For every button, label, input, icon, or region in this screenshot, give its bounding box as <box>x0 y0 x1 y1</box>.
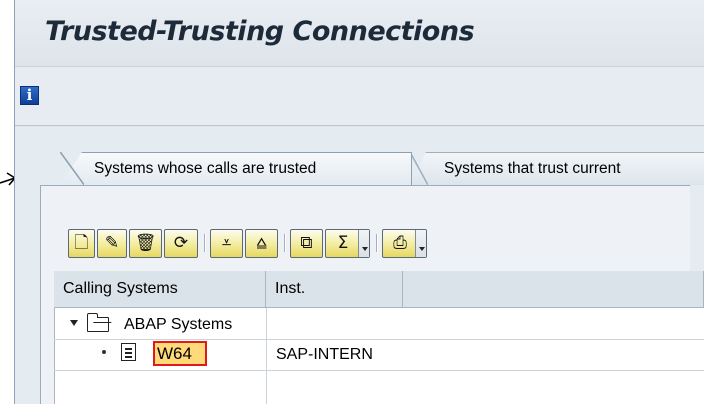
tab-edge <box>60 152 84 185</box>
title-bar: Trusted-Trusting Connections <box>15 0 704 66</box>
application-toolbar <box>15 66 704 126</box>
sum-button[interactable]: Σ <box>325 229 370 258</box>
column-header-inst[interactable]: Inst. <box>266 271 403 308</box>
window-title: Trusted-Trusting Connections <box>45 16 475 47</box>
create-icon: 🗋 <box>74 233 89 253</box>
print-button[interactable]: ⎙ <box>382 229 427 258</box>
sum-dropdown[interactable] <box>358 230 369 257</box>
document-icon <box>121 343 136 361</box>
tab-label: Systems that trust current <box>444 160 621 177</box>
delete-icon: 🗑 <box>134 233 157 253</box>
toolbar-separator <box>284 234 286 252</box>
change-button[interactable]: ✎ <box>97 229 127 258</box>
tab-edge <box>410 152 428 185</box>
create-button[interactable]: 🗋 <box>68 229 95 258</box>
tab-systems-that-trust-current[interactable]: Systems that trust current <box>410 152 704 185</box>
toolbar-separator <box>204 234 206 252</box>
expand-all-button[interactable]: ⩡ <box>210 229 243 258</box>
folder-icon <box>86 313 109 332</box>
refresh-icon: ⟳ <box>173 233 189 253</box>
refresh-button[interactable]: ⟳ <box>164 229 198 258</box>
tab-systems-whose-calls-are-trusted[interactable]: Systems whose calls are trusted <box>60 152 412 185</box>
inst-cell[interactable]: SAP-INTERN <box>276 341 373 369</box>
column-divider <box>266 308 267 404</box>
tab-label: Systems whose calls are trusted <box>94 160 317 177</box>
collapse-all-button[interactable]: ⩠ <box>245 229 278 258</box>
toolbar-separator <box>376 234 378 252</box>
tree-node-label[interactable]: ABAP Systems <box>124 311 232 339</box>
column-header-empty <box>403 271 704 308</box>
selected-system-cell[interactable]: W64 <box>153 341 207 366</box>
find-icon: ⧉ <box>300 233 313 253</box>
print-dropdown[interactable] <box>415 230 426 257</box>
sum-icon: Σ <box>337 233 349 253</box>
row-divider <box>54 370 704 371</box>
delete-button[interactable]: 🗑 <box>129 229 162 258</box>
find-button[interactable]: ⧉ <box>290 229 323 258</box>
expand-arrow-icon[interactable] <box>70 320 78 326</box>
row-divider <box>54 339 704 340</box>
print-icon: ⎙ <box>393 233 407 253</box>
info-icon[interactable]: i <box>20 86 39 105</box>
collapse-all-icon: ⩠ <box>256 233 267 253</box>
column-header-calling-systems[interactable]: Calling Systems <box>54 271 266 308</box>
expand-all-icon: ⩡ <box>221 233 232 253</box>
tree-leaf-bullet <box>102 350 106 354</box>
change-icon: ✎ <box>104 233 120 253</box>
